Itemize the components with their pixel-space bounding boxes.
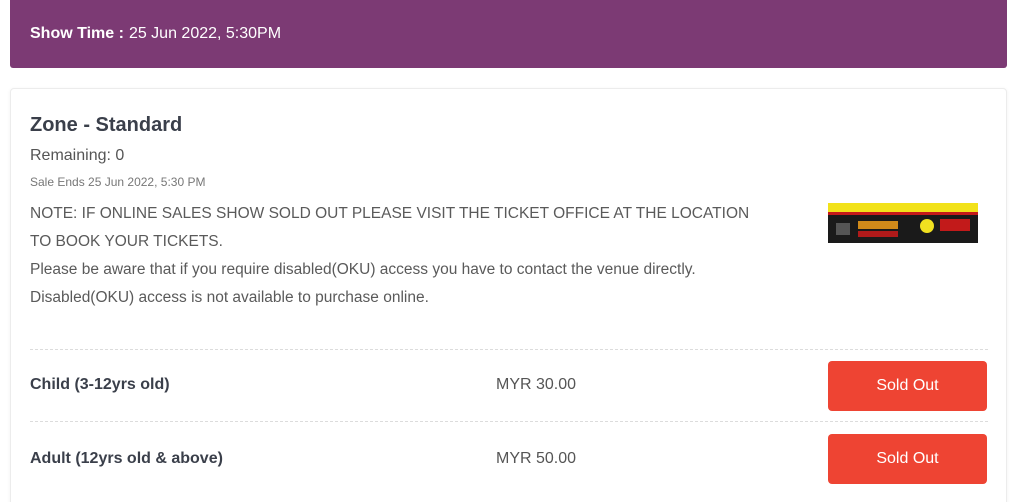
ticket-price-adult: MYR 50.00 xyxy=(496,450,577,467)
sale-ends-text: Sale Ends 25 Jun 2022, 5:30 PM xyxy=(30,175,206,189)
event-banner-image xyxy=(828,203,978,243)
sold-out-button-child[interactable]: Sold Out xyxy=(828,361,987,411)
divider xyxy=(30,349,988,350)
zone-notes: NOTE: IF ONLINE SALES SHOW SOLD OUT PLEA… xyxy=(30,200,750,312)
ticket-name-adult: Adult (12yrs old & above) xyxy=(30,450,223,467)
remaining-count: Remaining: 0 xyxy=(30,147,125,164)
zone-card: Zone - Standard Remaining: 0 Sale Ends 2… xyxy=(10,88,1007,502)
ticket-price-child: MYR 30.00 xyxy=(496,376,577,393)
zone-title: Zone - Standard xyxy=(30,114,183,136)
show-time-label: Show Time : xyxy=(30,25,124,42)
note-online-unavailable: Disabled(OKU) access is not available to… xyxy=(30,289,429,306)
show-time-value: 25 Jun 2022, 5:30PM xyxy=(128,25,282,42)
note-sold-out: NOTE: IF ONLINE SALES SHOW SOLD OUT PLEA… xyxy=(30,205,750,250)
show-time-bar: Show Time : 25 Jun 2022, 5:30PM xyxy=(10,0,1007,68)
note-disabled-access: Please be aware that if you require disa… xyxy=(30,261,696,278)
divider xyxy=(30,421,988,422)
sold-out-button-adult[interactable]: Sold Out xyxy=(828,434,987,484)
ticket-name-child: Child (3-12yrs old) xyxy=(30,376,170,393)
